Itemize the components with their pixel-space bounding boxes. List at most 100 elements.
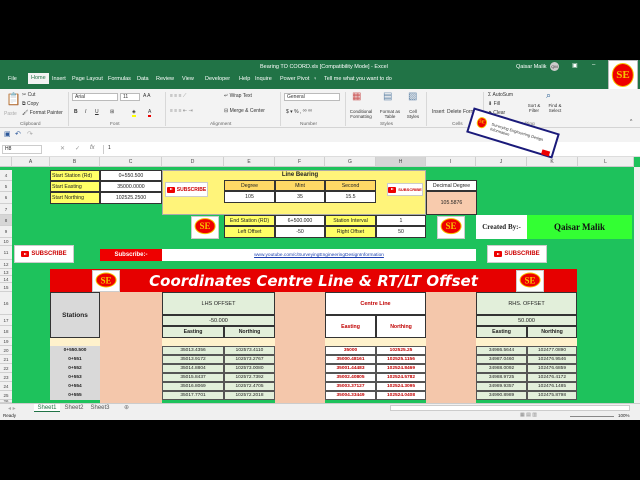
grow-font-icon[interactable]: A A [143,93,151,99]
enter-icon[interactable]: ✓ [75,145,80,152]
tab-home[interactable]: Home [28,73,49,84]
row-header-16[interactable]: 16 [0,292,12,315]
zoom-slider[interactable] [570,416,614,417]
column-header-e[interactable]: E [224,157,275,167]
row-header-15[interactable]: 15 [0,283,12,292]
tab-view[interactable]: View [182,76,194,82]
tell-me-search[interactable]: Tell me what you want to do [324,76,392,82]
row-header-20[interactable]: 20 [0,346,12,355]
horizontal-scrollbar[interactable] [390,405,630,411]
subscribe-button-4[interactable]: SUBSCRIBE [487,245,547,263]
row-header-10[interactable]: 10 [0,238,12,246]
ribbon-display-icon[interactable]: ▣ [572,62,578,69]
start-station-input[interactable]: 0+550.500 [100,170,162,181]
tab-formulas[interactable]: Formulas [108,76,131,82]
format-table-icon[interactable]: ▤ [383,91,392,102]
tab-power-pivot[interactable]: Power Pivot [280,76,309,82]
minimize-icon[interactable]: – [592,62,595,68]
tab-page-layout[interactable]: Page Layout [72,76,103,82]
fill-button[interactable]: ⬇ Fill [488,101,500,107]
tab-help[interactable]: Help [239,76,250,82]
font-color-button[interactable]: A [148,109,152,117]
fill-color-button[interactable]: ◈ [132,109,136,117]
name-box[interactable]: H8 [2,145,42,154]
delete-cells-button[interactable]: Delete [447,109,461,115]
insert-cells-button[interactable]: Insert [432,109,445,115]
redo-icon[interactable]: ↷ [27,130,33,138]
row-header-23[interactable]: 23 [0,373,12,382]
paste-icon[interactable]: 📋 [6,92,21,106]
tab-developer[interactable]: Developer [205,76,230,82]
row-header-24[interactable]: 24 [0,382,12,391]
column-header-f[interactable]: F [275,157,325,167]
align-top-icons[interactable]: ≡ ≡ ≡ ⟋ [170,93,186,99]
subscribe-button-2[interactable]: SUBSCRIBE [387,183,423,196]
row-header-7[interactable]: 7 [0,204,12,215]
select-all-corner[interactable] [0,157,12,167]
subscribe-button-3[interactable]: SUBSCRIBE [14,245,74,263]
format-as-table-button[interactable]: Format as Table [378,109,402,119]
subscribe-button-1[interactable]: SUBSCRIBE [165,182,208,197]
station-interval-input[interactable]: 1 [376,215,426,226]
view-buttons[interactable]: ▦ ▤ ▥ [520,412,537,418]
column-header-d[interactable]: D [162,157,224,167]
collapse-ribbon-icon[interactable]: ^ [630,119,632,125]
wrap-text-button[interactable]: ↵ Wrap Text [224,93,252,99]
number-format-select[interactable]: General [284,93,340,101]
row-header-19[interactable]: 19 [0,338,12,346]
number-format-buttons[interactable]: $ ▾ % , ⁰⁰ ⁰⁰ [286,109,312,115]
tab-inquire[interactable]: Inquire [255,76,272,82]
column-header-k[interactable]: K [527,157,578,167]
sheet-nav-arrows[interactable]: ◂ ▸ [8,405,16,412]
user-avatar[interactable]: QM [550,62,559,71]
borders-button[interactable]: ⊞ [110,109,114,115]
cell-styles-button[interactable]: Cell Styles [405,109,421,119]
cell-styles-icon[interactable]: ▧ [408,91,417,102]
function-icon[interactable]: fx [90,145,95,151]
row-header-6[interactable]: 6 [0,192,12,204]
conditional-formatting-button[interactable]: Conditional Formatting [348,109,374,119]
copy-button[interactable]: ⧉ Copy [22,101,39,107]
format-painter-button[interactable]: 🖌 Format Painter [22,110,63,116]
undo-icon[interactable]: ↶ [15,130,21,138]
right-offset-input[interactable]: 50 [376,226,426,238]
merge-center-button[interactable]: ⊟ Merge & Center [224,108,265,114]
start-easting-input[interactable]: 35000.0000 [100,181,162,192]
degree-input[interactable]: 105 [224,191,275,203]
row-header-18[interactable]: 18 [0,326,12,338]
bold-button[interactable]: B [74,109,78,115]
row-header-5[interactable]: 5 [0,181,12,192]
tab-insert[interactable]: Insert [52,76,66,82]
end-station-input[interactable]: 6+500.000 [275,215,325,226]
sort-filter-button[interactable]: Sort & Filter [525,103,543,113]
row-header-22[interactable]: 22 [0,364,12,373]
second-input[interactable]: 15.5 [325,191,376,203]
row-header-25[interactable]: 25 [0,391,12,400]
autosum-button[interactable]: Σ AutoSum [488,92,513,98]
column-header-c[interactable]: C [100,157,162,167]
row-header-4[interactable]: 4 [0,170,12,181]
tab-file[interactable]: File [8,76,17,82]
row-header-8[interactable]: 8 [0,215,12,226]
italic-button[interactable]: I [85,109,86,115]
vertical-scrollbar[interactable] [634,167,640,403]
row-header-21[interactable]: 21 [0,355,12,364]
column-header-l[interactable]: L [578,157,634,167]
underline-button[interactable]: U [95,109,99,115]
sheet-tab-2[interactable]: Sheet2 [62,404,86,412]
column-header-a[interactable]: A [12,157,50,167]
sheet-tab-1[interactable]: Sheet1 [34,404,60,412]
find-select-button[interactable]: Find & Select [546,103,564,113]
row-header-9[interactable]: 9 [0,226,12,238]
row-header-11[interactable]: 11 [0,246,12,260]
paste-button[interactable]: Paste [4,111,17,117]
sheet-tab-3[interactable]: Sheet3 [88,404,112,412]
column-header-i[interactable]: I [426,157,476,167]
column-header-g[interactable]: G [325,157,376,167]
column-header-b[interactable]: B [50,157,100,167]
row-header-17[interactable]: 17 [0,315,12,326]
tab-data[interactable]: Data [137,76,149,82]
add-sheet-icon[interactable]: ⊕ [124,404,129,411]
save-icon[interactable]: ▣ [4,130,11,138]
tab-review[interactable]: Review [156,76,174,82]
